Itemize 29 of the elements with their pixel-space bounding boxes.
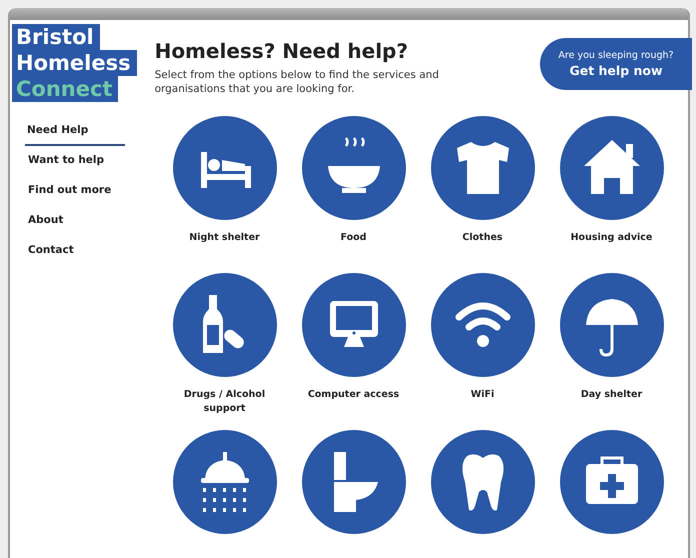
monitor-icon bbox=[302, 273, 406, 377]
nav-link[interactable]: Find out more bbox=[28, 182, 112, 212]
service-link[interactable]: Night shelter bbox=[160, 116, 289, 259]
first-aid-kit-icon bbox=[560, 430, 664, 534]
service-link[interactable]: Computer access bbox=[289, 273, 418, 416]
house-icon bbox=[560, 116, 664, 220]
service-link[interactable]: WiFi bbox=[418, 273, 547, 416]
service-link[interactable]: Clothes bbox=[418, 116, 547, 259]
umbrella-icon bbox=[560, 273, 664, 377]
nav-link[interactable]: Contact bbox=[28, 242, 74, 272]
shower-icon bbox=[172, 430, 276, 534]
bed-icon bbox=[172, 116, 276, 220]
bowl-icon bbox=[302, 116, 406, 220]
nav-link[interactable]: Need Help bbox=[25, 122, 125, 146]
bottle-and-pill-icon bbox=[172, 273, 276, 377]
service-link[interactable]: Housing advice bbox=[547, 116, 676, 259]
service-link[interactable]: Day shelter bbox=[547, 273, 676, 416]
tooth-icon bbox=[430, 430, 534, 534]
nav-link[interactable]: About bbox=[28, 212, 64, 242]
wifi-icon bbox=[430, 273, 534, 377]
service-link[interactable]: Drugs / Alcohol support bbox=[160, 273, 289, 416]
nav-link[interactable]: Want to help bbox=[28, 152, 104, 182]
intro-text: Select from the options below to find the services and organisations that you are looking for. bbox=[154, 68, 440, 96]
logo[interactable]: Bristol Homeless Connect bbox=[12, 24, 137, 102]
shirt-icon bbox=[430, 116, 534, 220]
page-title: Homeless? Need help? bbox=[154, 38, 409, 64]
service-link[interactable]: Food bbox=[289, 116, 418, 259]
toilet-icon bbox=[302, 430, 406, 534]
get-help-button[interactable]: Are you sleeping rough? Get help now bbox=[540, 38, 692, 90]
